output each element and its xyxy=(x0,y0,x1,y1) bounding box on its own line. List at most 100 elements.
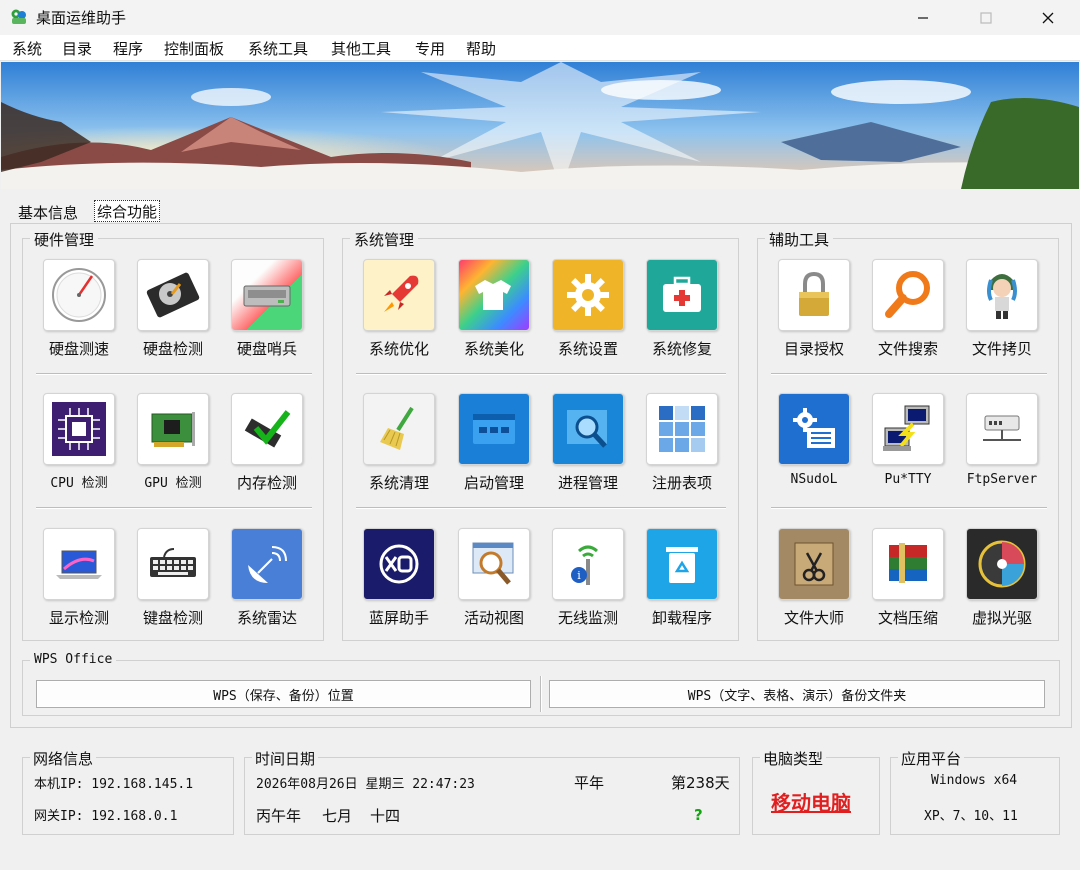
dir-permission-button[interactable]: 目录授权 xyxy=(772,259,856,359)
tool-label: 系统修复 xyxy=(651,340,712,358)
file-master-button[interactable]: 文件大师 xyxy=(772,528,856,628)
menu-system-tools[interactable]: 系统工具 xyxy=(248,38,308,59)
tool-label: 文件大师 xyxy=(783,609,844,627)
gateway-ip: 网关IP: 192.168.0.1 xyxy=(34,809,178,824)
separator xyxy=(771,507,1047,509)
putty-button[interactable]: Pu*TTY xyxy=(866,393,950,487)
banner-image xyxy=(1,62,1079,189)
activity-magnifier-icon xyxy=(472,542,514,585)
tool-label: NSudoL xyxy=(790,472,838,487)
process-manager-button[interactable]: 进程管理 xyxy=(546,393,630,493)
disk-check-button[interactable]: 硬盘检测 xyxy=(131,259,215,359)
nsudol-button[interactable]: NSudoL xyxy=(772,393,856,487)
file-search-button[interactable]: 文件搜索 xyxy=(866,259,950,359)
tool-label: 蓝屏助手 xyxy=(368,609,429,627)
cpu-icon xyxy=(52,402,106,456)
first-aid-kit-icon xyxy=(663,276,701,312)
search-icon xyxy=(885,271,930,318)
tool-label: FtpServer xyxy=(966,472,1038,487)
tool-label: 硬盘检测 xyxy=(142,340,203,358)
window-title: 桌面运维助手 xyxy=(36,9,127,27)
computer-type-link[interactable]: 移动电脑 xyxy=(771,787,851,816)
wps-backup-folder-button[interactable]: WPS（文字、表格、演示）备份文件夹 xyxy=(549,680,1045,708)
tool-label: 键盘检测 xyxy=(142,609,203,627)
menu-help[interactable]: 帮助 xyxy=(466,38,496,59)
tab-basic-info[interactable]: 基本信息 xyxy=(18,202,78,223)
tool-label: 硬盘测速 xyxy=(48,340,109,358)
festival-indicator: ? xyxy=(694,806,703,824)
tab-comprehensive[interactable]: 综合功能 xyxy=(94,200,161,222)
separator xyxy=(36,507,312,509)
wps-group-title: WPS Office xyxy=(30,652,117,667)
hardware-group-title: 硬件管理 xyxy=(30,229,99,250)
hard-disk-icon xyxy=(146,272,200,318)
gear-list-icon xyxy=(793,408,835,448)
menu-control-panel[interactable]: 控制面板 xyxy=(164,38,224,59)
putty-terminals-icon xyxy=(883,405,930,451)
tshirt-icon xyxy=(475,280,511,310)
registry-blocks-icon xyxy=(659,406,705,452)
bluescreen-helper-button[interactable]: 蓝屏助手 xyxy=(357,528,441,628)
maximize-button[interactable] xyxy=(963,0,1009,35)
activity-view-button[interactable]: 活动视图 xyxy=(452,528,536,628)
virtual-drive-button[interactable]: 虚拟光驱 xyxy=(960,528,1044,628)
computer-type-title: 电脑类型 xyxy=(760,748,827,769)
gpu-check-button[interactable]: GPU 检测 xyxy=(131,393,215,491)
disk-sentinel-icon xyxy=(243,285,291,307)
close-button[interactable] xyxy=(1025,0,1071,35)
keyboard-check-button[interactable]: 键盘检测 xyxy=(131,528,215,628)
network-info-title: 网络信息 xyxy=(30,748,97,769)
lunar-year: 丙午年 xyxy=(256,807,302,825)
ftpserver-button[interactable]: FtpServer xyxy=(960,393,1044,487)
tool-label: 虚拟光驱 xyxy=(971,609,1032,627)
tool-label: 进程管理 xyxy=(557,474,618,492)
memory-check-icon xyxy=(244,410,291,448)
menu-directory[interactable]: 目录 xyxy=(62,38,92,59)
title-bar: 桌面运维助手 xyxy=(0,0,1080,35)
separator xyxy=(356,507,726,509)
system-radar-button[interactable]: 系统雷达 xyxy=(225,528,309,628)
scissors-box-icon xyxy=(794,542,834,586)
cpu-check-button[interactable]: CPU 检测 xyxy=(37,393,121,491)
system-optimize-button[interactable]: 系统优化 xyxy=(357,259,441,359)
tool-label: 系统设置 xyxy=(557,340,618,358)
separator xyxy=(771,373,1047,375)
minimize-button[interactable] xyxy=(900,0,946,35)
system-clean-button[interactable]: 系统清理 xyxy=(357,393,441,493)
magnifier-window-icon xyxy=(567,410,607,448)
gear-icon xyxy=(567,274,609,316)
maximize-icon xyxy=(980,11,992,24)
broom-icon xyxy=(380,406,414,450)
disk-sentinel-button[interactable]: 硬盘哨兵 xyxy=(225,259,309,359)
wps-location-button[interactable]: WPS（保存、备份）位置 xyxy=(36,680,531,708)
tool-label: 启动管理 xyxy=(463,474,524,492)
disk-speed-button[interactable]: 硬盘测速 xyxy=(37,259,121,359)
wireless-info-icon: i xyxy=(571,545,598,585)
menu-programs[interactable]: 程序 xyxy=(113,38,143,59)
lunar-day: 十四 xyxy=(370,807,401,825)
system-repair-button[interactable]: 系统修复 xyxy=(640,259,724,359)
registry-button[interactable]: 注册表项 xyxy=(640,393,724,493)
system-group-title: 系统管理 xyxy=(350,229,419,250)
memory-check-button[interactable]: 内存检测 xyxy=(225,393,309,493)
archive-compress-button[interactable]: 文档压缩 xyxy=(866,528,950,628)
tool-label: 文件搜索 xyxy=(877,340,938,358)
system-beautify-button[interactable]: 系统美化 xyxy=(452,259,536,359)
tool-label: 系统优化 xyxy=(368,340,429,358)
menu-system[interactable]: 系统 xyxy=(12,38,42,59)
startup-manager-button[interactable]: 启动管理 xyxy=(452,393,536,493)
menu-other-tools[interactable]: 其他工具 xyxy=(331,38,391,59)
satellite-dish-icon xyxy=(248,546,287,583)
wireless-monitor-button[interactable]: i 无线监测 xyxy=(546,528,630,628)
tool-label: 卸载程序 xyxy=(651,609,712,627)
file-copy-button[interactable]: 文件拷贝 xyxy=(960,259,1044,359)
tool-label: 系统雷达 xyxy=(236,609,297,627)
rocket-icon xyxy=(384,275,419,312)
tool-label: 系统美化 xyxy=(463,340,524,358)
menu-special[interactable]: 专用 xyxy=(415,38,445,59)
aux-group-title: 辅助工具 xyxy=(765,229,834,250)
display-check-button[interactable]: 显示检测 xyxy=(37,528,121,628)
uninstall-button[interactable]: 卸载程序 xyxy=(640,528,724,628)
system-settings-button[interactable]: 系统设置 xyxy=(546,259,630,359)
tool-label: 文档压缩 xyxy=(877,609,938,627)
